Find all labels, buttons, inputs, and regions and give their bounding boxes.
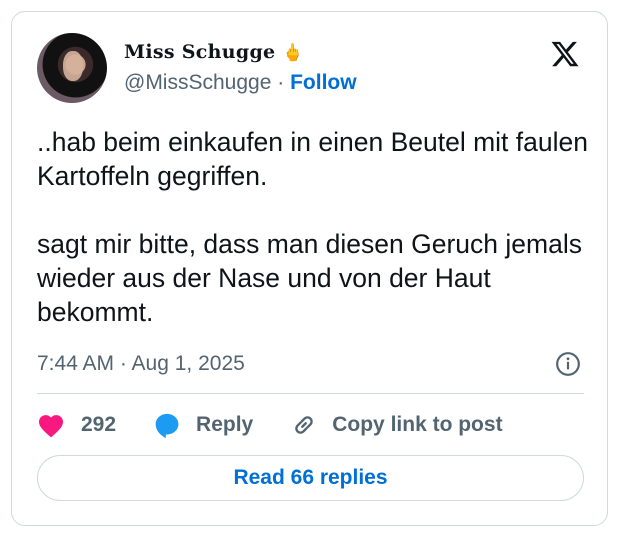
timestamp[interactable]: 7:44 AM · Aug 1, 2025 [37,352,245,376]
display-name-text: Miss Schugge [124,41,276,63]
heart-icon [38,415,64,438]
like-button[interactable]: 292 [37,412,116,438]
divider [37,393,584,394]
tweet-card: Miss Schugge 🖕 @MissSchugge · Follow ..h… [11,11,608,526]
read-replies-button[interactable]: Read 66 replies [37,455,584,501]
speech-bubble-icon [155,413,179,439]
tweet-text: ..hab beim einkaufen in einen Beutel mit… [37,125,597,329]
like-count: 292 [81,413,117,436]
follow-button[interactable]: Follow [290,71,357,94]
reply-button[interactable]: Reply [153,411,253,439]
info-icon[interactable] [555,351,581,377]
action-bar: 292 Reply Copy link to post [37,407,503,443]
display-name-emoji: 🖕 [282,43,304,63]
copy-link-label: Copy link to post [332,413,503,436]
link-icon [295,416,314,434]
handle[interactable]: @MissSchugge [124,71,271,94]
tweet-paragraph: sagt mir bitte, dass man diesen Geruch j… [37,229,582,327]
copy-link-button[interactable]: Copy link to post [290,411,503,439]
reply-label: Reply [196,413,254,436]
avatar[interactable] [37,33,107,103]
display-name[interactable]: Miss Schugge 🖕 [124,41,304,63]
separator: · [277,71,285,94]
handle-row: @MissSchugge · Follow [124,71,357,95]
x-logo-icon[interactable] [550,39,580,69]
tweet-paragraph: ..hab beim einkaufen in einen Beutel mit… [37,127,588,191]
